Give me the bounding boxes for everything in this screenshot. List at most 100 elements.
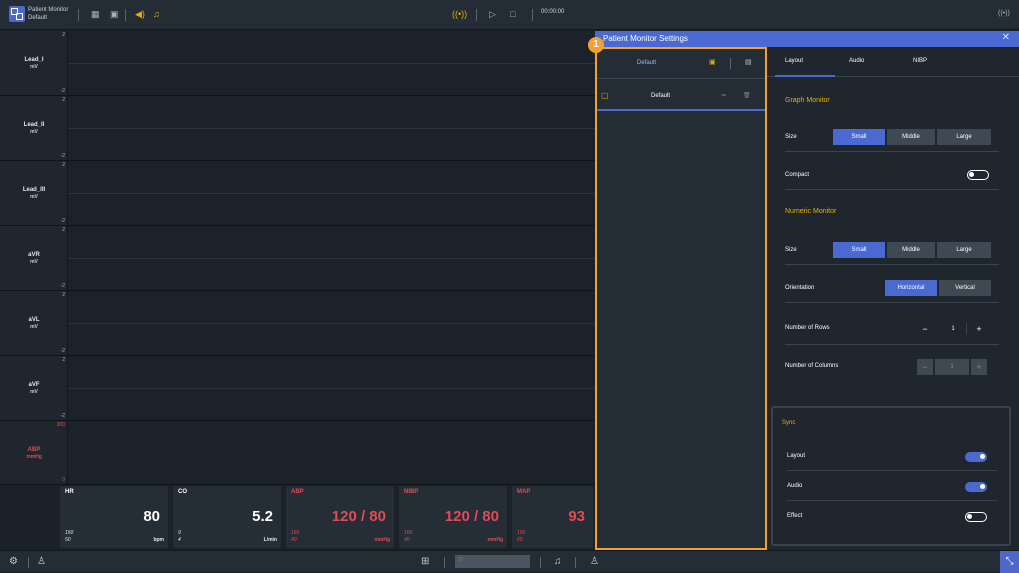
columns-value[interactable]: 1 [935, 359, 969, 375]
numeric-label: CO [178, 489, 187, 495]
numeric-label: HR [65, 489, 74, 495]
numeric-layout-icon[interactable]: ▣ [110, 8, 119, 20]
current-profile-name: Default [637, 60, 657, 66]
baseline [68, 323, 595, 324]
numeric-card-hr[interactable]: HR 80 150 50 bpm [60, 486, 170, 548]
alarm-silence-icon[interactable]: ♫ [554, 556, 562, 568]
intervention-icon[interactable]: ♙ [590, 556, 599, 568]
compact-toggle[interactable] [967, 170, 989, 180]
numeric-value: 93 [568, 508, 585, 525]
speaker-icon[interactable]: ◀) [135, 8, 145, 20]
baseline [68, 193, 595, 194]
size-middle-option[interactable]: Middle [887, 129, 935, 145]
sync-effect-label: Effect [787, 513, 803, 519]
collapse-icon[interactable]: ⤡ [1000, 551, 1019, 573]
connection-icon[interactable]: ((•)) [998, 8, 1010, 20]
waveform-area[interactable] [68, 421, 595, 484]
trash-icon[interactable]: 🗑 [743, 92, 751, 99]
numeric-card-nibp[interactable]: NIBP 120 / 80 160 40 mmHg [399, 486, 509, 548]
graph-row-lead-i: Lead_I mV 2 -2 [0, 31, 595, 96]
numeric-unit: mmHg [374, 537, 390, 543]
active-tab-indicator [775, 75, 835, 77]
event-input[interactable]: ⚐ [455, 555, 530, 568]
alarm-bell-icon[interactable]: ♫ [153, 8, 160, 20]
graph-row-lead-ii: Lead_II mV 2 -2 [0, 96, 595, 161]
size-large-option[interactable]: Large [937, 242, 991, 258]
graph-row-avf: aVF mV 2 -2 [0, 356, 595, 421]
alarm-low: 4 [178, 537, 181, 543]
patient-icon[interactable]: ♙ [37, 556, 46, 568]
gear-icon[interactable]: ⚙ [9, 556, 18, 568]
profile-list-panel: Default ▣ ▤ ▢ Default ⇒ 🗑 [595, 47, 767, 550]
save-icon[interactable]: ▣ [709, 58, 716, 66]
record-icon[interactable]: ⊞ [421, 556, 429, 568]
sync-layout-label: Layout [787, 453, 806, 459]
scale-min: 0 [62, 477, 65, 483]
settings-options-panel: Layout Audio NIBP Graph Monitor Size Sma… [767, 47, 1019, 550]
alarm-high: 160 [404, 530, 413, 536]
orientation-vertical-option[interactable]: Vertical [939, 280, 991, 296]
top-toolbar: Patient Monitor Default ▦ ▣ ◀) ♫ ((•)) ▷… [0, 0, 1019, 30]
signal-icon[interactable]: ((•)) [452, 8, 467, 20]
close-icon[interactable]: ✕ [1002, 32, 1010, 43]
size-small-option[interactable]: Small [833, 242, 885, 258]
columns-decrement-button[interactable]: − [917, 359, 933, 375]
patient-monitor-icon[interactable] [9, 6, 25, 22]
alarm-high: 160 [291, 530, 300, 536]
elapsed-timer: 00:00:00 [541, 9, 565, 15]
graph-layout-icon[interactable]: ▦ [91, 8, 100, 20]
bottom-toolbar: ⚙ ♙ ⊞ ⚐ ♫ ♙ ⤡ [0, 550, 1019, 573]
toolbar-divider [730, 58, 731, 69]
sync-effect-toggle[interactable] [965, 512, 987, 522]
tab-layout[interactable]: Layout [785, 58, 803, 64]
sync-title: Sync [782, 420, 796, 426]
stop-icon[interactable]: □ [510, 8, 515, 20]
size-large-option[interactable]: Large [937, 129, 991, 145]
columns-row: Number of Columns − 1 + [785, 351, 999, 383]
size-small-option[interactable]: Small [833, 129, 885, 145]
graph-row-abp: ABP mmHg 300 0 [0, 421, 595, 485]
import-icon[interactable]: ▤ [745, 58, 752, 66]
graph-unit: mV [30, 194, 38, 200]
settings-panel-header: Patient Monitor Settings ✕ [595, 31, 1019, 47]
scale-min: -2 [60, 153, 65, 159]
rows-decrement-button[interactable]: − [917, 321, 933, 337]
numeric-card-co[interactable]: CO 5.2 9 4 L/min [173, 486, 283, 548]
tab-audio[interactable]: Audio [849, 58, 864, 64]
sync-audio-toggle[interactable] [965, 482, 987, 492]
graph-name: ABP [27, 447, 41, 453]
graph-row-avr: aVR mV 2 -2 [0, 226, 595, 291]
rows-value[interactable]: 1 [945, 321, 961, 337]
columns-increment-button[interactable]: + [971, 359, 987, 375]
size-middle-option[interactable]: Middle [887, 242, 935, 258]
rows-increment-button[interactable]: + [971, 321, 987, 337]
scale-min: -2 [60, 413, 65, 419]
profile-item[interactable]: ▢ Default ⇒ 🗑 [597, 83, 765, 111]
numeric-card-abp[interactable]: ABP 120 / 80 160 40 mmHg [286, 486, 396, 548]
tab-nibp[interactable]: NIBP [913, 58, 927, 64]
sync-layout-toggle[interactable] [965, 452, 987, 462]
scale-max: 2 [62, 357, 65, 363]
profile-list-header: Default ▣ ▤ [597, 49, 765, 79]
apply-icon[interactable]: ⇒ [721, 92, 726, 99]
numeric-unit: L/min [263, 537, 277, 543]
scale-max: 2 [62, 32, 65, 38]
orientation-row: Orientation Horizontal Vertical [785, 275, 999, 303]
toolbar-divider [444, 557, 445, 568]
numeric-card-map[interactable]: MAP 93 100 60 [512, 486, 595, 548]
profile-item-name: Default [651, 93, 671, 99]
graph-name: Lead_II [23, 122, 45, 128]
orientation-horizontal-option[interactable]: Horizontal [885, 280, 937, 296]
scale-max: 300 [56, 422, 65, 428]
sync-layout-row: Layout [787, 441, 997, 471]
numeric-monitor-area: HR 80 150 50 bpm CO 5.2 9 4 L/min ABP 12… [60, 486, 595, 548]
settings-panel-title: Patient Monitor Settings [603, 34, 688, 43]
numeric-size-row: Size Small Middle Large [785, 237, 999, 265]
graph-unit: mmHg [26, 454, 42, 460]
numeric-value: 5.2 [252, 508, 273, 525]
scale-min: -2 [60, 348, 65, 354]
alarm-low: 50 [65, 537, 71, 543]
play-icon[interactable]: ▷ [489, 8, 496, 20]
scale-max: 2 [62, 292, 65, 298]
stepper-divider [966, 323, 967, 335]
